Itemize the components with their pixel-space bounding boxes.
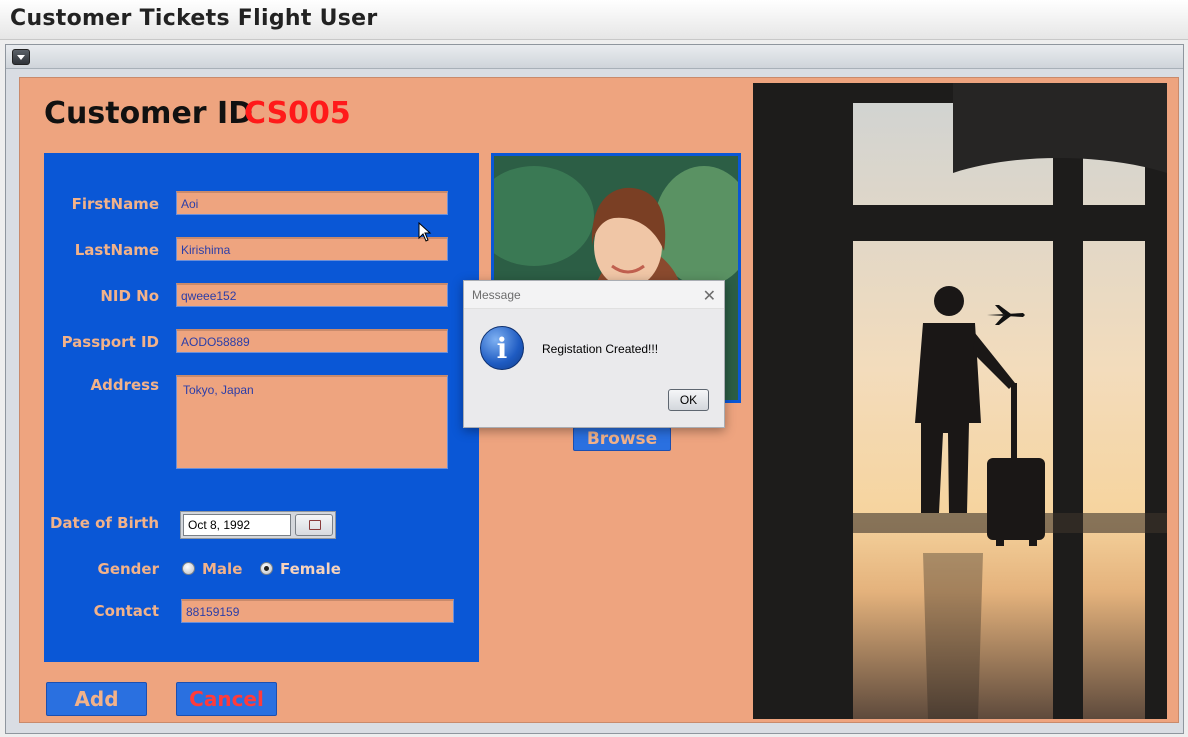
app-titlebar: Customer Tickets Flight User [0, 0, 1188, 40]
browse-button[interactable]: Browse [573, 427, 671, 451]
app-title: Customer Tickets Flight User [10, 6, 378, 31]
address-label: Address [90, 376, 159, 394]
gender-label: Gender [97, 560, 159, 578]
gender-female-label[interactable]: Female [280, 560, 341, 578]
dialog-title: Message [472, 288, 521, 302]
traveler-photo-image [753, 83, 1167, 719]
dialog-titlebar: Message ✕ [464, 281, 724, 309]
close-icon[interactable]: ✕ [703, 286, 716, 306]
dob-label: Date of Birth [49, 514, 159, 532]
calendar-button[interactable] [295, 514, 333, 536]
contact-field[interactable]: 88159159 [181, 599, 454, 623]
dob-field[interactable]: Oct 8, 1992 [183, 514, 291, 536]
customer-form: FirstName Aoi LastName Kirishima NID No … [44, 153, 479, 662]
gender-male-label[interactable]: Male [202, 560, 242, 578]
last-name-field[interactable]: Kirishima [176, 237, 448, 261]
gender-male-radio[interactable] [182, 562, 195, 575]
system-menu-icon[interactable] [12, 49, 30, 65]
dialog-message: Registation Created!!! [542, 342, 659, 356]
first-name-field[interactable]: Aoi [176, 191, 448, 215]
info-icon: i [480, 326, 524, 370]
mouse-cursor-icon [418, 222, 432, 242]
date-picker: Oct 8, 1992 [180, 511, 336, 539]
add-button[interactable]: Add [46, 682, 147, 716]
nid-label: NID No [100, 287, 159, 305]
traveler-photo [753, 83, 1167, 719]
last-name-label: LastName [74, 241, 159, 259]
address-field[interactable]: Tokyo, Japan [176, 375, 448, 469]
first-name-label: FirstName [71, 195, 159, 213]
passport-label: Passport ID [61, 333, 159, 351]
cancel-button[interactable]: Cancel [176, 682, 277, 716]
customer-id-value: CS005 [244, 96, 351, 131]
gender-female-radio[interactable] [260, 562, 273, 575]
message-dialog: Message ✕ i Registation Created!!! OK [463, 280, 725, 428]
customer-id-label: Customer ID [44, 96, 254, 131]
ok-button[interactable]: OK [668, 389, 709, 411]
nid-field[interactable]: qweee152 [176, 283, 448, 307]
internal-frame-titlebar [6, 45, 1183, 69]
contact-label: Contact [93, 602, 159, 620]
passport-field[interactable]: AODO58889 [176, 329, 448, 353]
calendar-icon [309, 520, 321, 530]
